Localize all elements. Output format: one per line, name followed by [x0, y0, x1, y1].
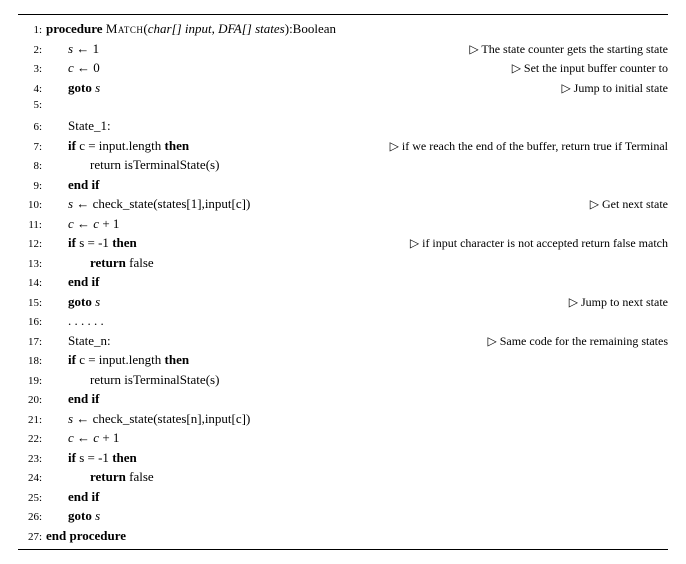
code-line: 4:goto s ▷ Jump to initial state — [18, 78, 668, 98]
code-line: 7:if c = input.length then ▷ if we reach … — [18, 136, 668, 156]
code-line: 14:end if — [18, 272, 668, 292]
code-text: s ← check_state(states[1],input[c]) — [46, 194, 250, 214]
line-number: 26: — [18, 509, 46, 526]
code-text: end if — [46, 487, 99, 507]
top-rule — [18, 14, 668, 15]
line-number: 11: — [18, 217, 46, 234]
line-number: 5: — [18, 97, 46, 114]
code-text: c ← 0 — [46, 58, 100, 78]
code-text: return isTerminalState(s) — [46, 155, 219, 175]
code-line: 13:return false — [18, 253, 668, 273]
code-line: 11:c ← c + 1 — [18, 214, 668, 234]
line-number: 13: — [18, 256, 46, 273]
code-text: State_1: — [46, 116, 111, 136]
code-line: 12:if s = -1 then ▷ if input character is… — [18, 233, 668, 253]
code-text: end if — [46, 175, 99, 195]
code-text: . . . . . . — [46, 311, 104, 331]
code-line: 22:c ← c + 1 — [18, 428, 668, 448]
code-line: 19:return isTerminalState(s) — [18, 370, 668, 390]
code-line: 6:State_1: — [18, 116, 668, 136]
code-line: 24:return false — [18, 467, 668, 487]
line-number: 10: — [18, 197, 46, 214]
code-text: s ← 1 — [46, 39, 99, 59]
line-number: 25: — [18, 490, 46, 507]
code-text: if c = input.length then — [46, 350, 189, 370]
code-line: 15:goto s ▷ Jump to next state — [18, 292, 668, 312]
line-number: 3: — [18, 61, 46, 78]
code-line: 5: — [18, 97, 668, 116]
code-text: s ← check_state(states[n],input[c]) — [46, 409, 250, 429]
line-number: 9: — [18, 178, 46, 195]
code-line: 18:if c = input.length then — [18, 350, 668, 370]
code-line: 17:State_n: ▷ Same code for the remaining… — [18, 331, 668, 351]
code-line: 10:s ← check_state(states[1],input[c]) ▷ … — [18, 194, 668, 214]
line-number: 6: — [18, 119, 46, 136]
code-line: 21:s ← check_state(states[n],input[c]) — [18, 409, 668, 429]
line-number: 23: — [18, 451, 46, 468]
line-comment: ▷ Set the input buffer counter to — [512, 59, 668, 77]
line-number: 27: — [18, 529, 46, 546]
code-line: 23:if s = -1 then — [18, 448, 668, 468]
code-line: 9:end if — [18, 175, 668, 195]
line-number: 18: — [18, 353, 46, 370]
line-number: 4: — [18, 81, 46, 98]
code-text: if s = -1 then — [46, 233, 137, 253]
code-line: 25:end if — [18, 487, 668, 507]
line-comment: ▷ Jump to next state — [569, 293, 668, 311]
line-number: 16: — [18, 314, 46, 331]
code-text: end if — [46, 272, 99, 292]
code-text: if s = -1 then — [46, 448, 137, 468]
line-number: 2: — [18, 42, 46, 59]
code-text: end procedure — [46, 526, 126, 546]
line-number: 1: — [18, 22, 46, 39]
line-number: 21: — [18, 412, 46, 429]
code-text: return isTerminalState(s) — [46, 370, 219, 390]
line-comment: ▷ Same code for the remaining states — [487, 332, 668, 350]
code-text: c ← c + 1 — [46, 428, 119, 448]
code-text: return false — [46, 253, 154, 273]
code-text: c ← c + 1 — [46, 214, 119, 234]
code-text: goto s — [46, 292, 100, 312]
line-comment: ▷ if input character is not accepted ret… — [410, 234, 668, 252]
line-comment: ▷ Jump to initial state — [561, 79, 668, 97]
line-number: 8: — [18, 158, 46, 175]
code-line: 3:c ← 0 ▷ Set the input buffer counter to — [18, 58, 668, 78]
code-text: return false — [46, 467, 154, 487]
code-text: if c = input.length then — [46, 136, 189, 156]
code-line: 26:goto s — [18, 506, 668, 526]
code-text: end if — [46, 389, 99, 409]
line-number: 20: — [18, 392, 46, 409]
line-number: 14: — [18, 275, 46, 292]
code-text: goto s — [46, 506, 100, 526]
line-number: 24: — [18, 470, 46, 487]
line-number: 17: — [18, 334, 46, 351]
code-line: 8:return isTerminalState(s) — [18, 155, 668, 175]
code-text: goto s — [46, 78, 100, 98]
code-line: 1:procedure Match(char[] input, DFA[] st… — [18, 19, 668, 39]
line-number: 7: — [18, 139, 46, 156]
code-line: 2:s ← 1 ▷ The state counter gets the star… — [18, 39, 668, 59]
code-text: procedure Match(char[] input, DFA[] stat… — [46, 19, 336, 39]
line-number: 19: — [18, 373, 46, 390]
code-line: 20:end if — [18, 389, 668, 409]
line-comment: ▷ Get next state — [590, 195, 668, 213]
code-line: 16:. . . . . . — [18, 311, 668, 331]
algorithm-listing: 1:procedure Match(char[] input, DFA[] st… — [18, 19, 668, 545]
code-line: 27:end procedure — [18, 526, 668, 546]
line-comment: ▷ if we reach the end of the buffer, ret… — [390, 137, 668, 155]
code-text: State_n: — [46, 331, 111, 351]
line-number: 12: — [18, 236, 46, 253]
line-number: 22: — [18, 431, 46, 448]
line-number: 15: — [18, 295, 46, 312]
line-comment: ▷ The state counter gets the starting st… — [469, 40, 668, 58]
